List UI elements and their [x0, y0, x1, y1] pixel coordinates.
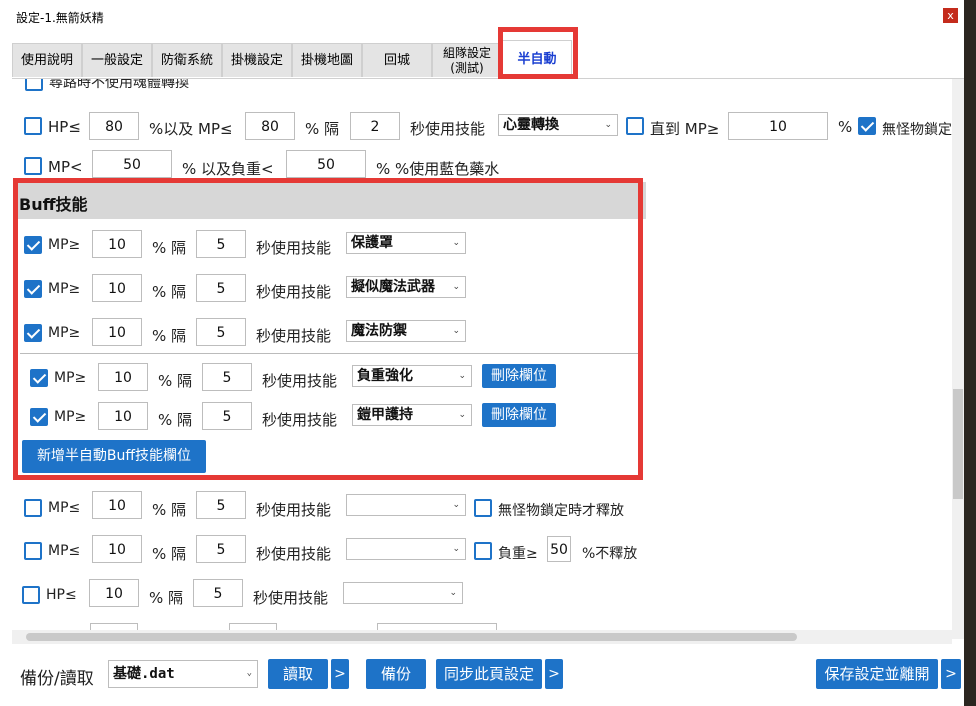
vertical-scrollbar[interactable] [952, 79, 964, 639]
lower-row-checkbox[interactable] [22, 586, 40, 604]
partial-input[interactable] [90, 623, 138, 630]
tab-afk-map[interactable]: 掛機地圖 [292, 43, 362, 77]
chevron-down-icon: ⌄ [452, 500, 460, 510]
buff-section-highlight [13, 178, 643, 480]
lower-skill-select[interactable]: ⌄ [343, 582, 463, 604]
tab-usage[interactable]: 使用說明 [12, 43, 82, 77]
until-mp-value[interactable]: 10 [728, 112, 828, 140]
sync-page-button[interactable]: 同步此頁設定 [436, 659, 542, 689]
lower-interval-value[interactable]: 5 [193, 579, 243, 607]
skill-select-value: 心靈轉換 [503, 117, 559, 133]
settings-window: 設定-1.無箭妖精 x 使用說明 一般設定 防衛系統 掛機設定 掛機地圖 回城 … [0, 0, 964, 706]
lower-interval-label: % 隔 [152, 501, 187, 519]
interval-value[interactable]: 2 [350, 112, 400, 140]
hp-label: HP≤ [48, 118, 81, 136]
lower-interval-label: % 隔 [149, 589, 184, 607]
pathfind-checkbox[interactable] [25, 79, 43, 91]
lower-interval-value[interactable]: 5 [196, 491, 246, 519]
chevron-down-icon: ⌄ [604, 120, 612, 130]
lower-interval-label: % 隔 [152, 545, 187, 563]
window-title: 設定-1.無箭妖精 [16, 11, 104, 25]
mp-label: %以及 MP≤ [149, 120, 233, 138]
backup-button[interactable]: 備份 [366, 659, 426, 689]
weight-value[interactable]: 50 [286, 150, 366, 178]
lower-skill-label: 秒使用技能 [253, 589, 329, 607]
lower-mp-value[interactable]: 10 [92, 535, 142, 563]
horizontal-scrollbar[interactable] [12, 630, 952, 644]
horizontal-scroll-thumb[interactable] [26, 633, 797, 641]
tab-party[interactable]: 組隊設定 (測試) [432, 43, 502, 77]
partial-input[interactable] [229, 623, 277, 630]
interval-label: % 隔 [305, 120, 340, 138]
mp-potion-checkbox[interactable] [24, 157, 42, 175]
lower-row-checkbox[interactable] [24, 499, 42, 517]
mp-potion-value[interactable]: 50 [92, 150, 172, 178]
title-bar: 設定-1.無箭妖精 x [0, 0, 964, 32]
background-game-strip [964, 0, 976, 706]
lower-hp-label: HP≤ [46, 587, 77, 603]
backup-file-select[interactable]: 基礎.dat ⌄ [108, 660, 258, 688]
skill-select[interactable]: 心靈轉換 ⌄ [498, 114, 618, 136]
lower-interval-value[interactable]: 5 [196, 535, 246, 563]
lower-row-checkbox[interactable] [24, 542, 42, 560]
no-monster-label: 無怪物鎖定 [882, 122, 952, 138]
lower-skill-select[interactable]: ⌄ [346, 494, 466, 516]
lower-skill-select[interactable]: ⌄ [346, 538, 466, 560]
partial-select[interactable] [377, 623, 497, 630]
no-monster-release-label: 無怪物鎖定時才釋放 [498, 503, 624, 519]
mp-value[interactable]: 80 [245, 112, 295, 140]
skill-label: 秒使用技能 [410, 120, 486, 138]
lower-skill-label: 秒使用技能 [256, 545, 332, 563]
save-more-button[interactable]: > [941, 659, 961, 689]
sync-more-button[interactable]: > [545, 659, 563, 689]
weight-limit-tail: %不釋放 [582, 546, 638, 562]
read-more-button[interactable]: > [331, 659, 349, 689]
read-button[interactable]: 讀取 [268, 659, 328, 689]
chevron-down-icon: ⌄ [246, 668, 252, 678]
tab-defense[interactable]: 防衛系統 [152, 43, 222, 77]
blue-potion-label: % %使用藍色藥水 [376, 160, 500, 178]
percent-label: % [838, 118, 853, 136]
hp-skill-checkbox[interactable] [24, 117, 42, 135]
lower-mp-value[interactable]: 10 [92, 491, 142, 519]
pathfind-label: 尋路時不使用魂體轉換 [49, 79, 189, 91]
tab-general[interactable]: 一般設定 [82, 43, 152, 77]
mp-potion-label: MP< [48, 158, 83, 176]
until-mp-label: 直到 MP≥ [650, 120, 720, 138]
no-monster-release-checkbox[interactable] [474, 499, 492, 517]
backup-label: 備份/讀取 [20, 669, 94, 689]
tab-return[interactable]: 回城 [362, 43, 432, 77]
weight-limit-label: 負重≥ [498, 546, 538, 562]
weight-limit-checkbox[interactable] [474, 542, 492, 560]
weight-label: % 以及負重< [182, 160, 274, 178]
active-tab-highlight [498, 27, 578, 79]
chevron-down-icon: ⌄ [449, 588, 457, 598]
hp-value[interactable]: 80 [89, 112, 139, 140]
no-monster-checkbox[interactable] [858, 117, 876, 135]
tab-bar: 使用說明 一般設定 防衛系統 掛機設定 掛機地圖 回城 組隊設定 (測試) 半自… [12, 40, 964, 79]
lower-mp-label: MP≤ [48, 500, 81, 516]
lower-mp-label: MP≤ [48, 543, 81, 559]
vertical-scroll-thumb[interactable] [953, 389, 963, 499]
until-mp-checkbox[interactable] [626, 117, 644, 135]
lower-hp-value[interactable]: 10 [89, 579, 139, 607]
weight-limit-value[interactable]: 50 [547, 536, 571, 562]
tab-afk[interactable]: 掛機設定 [222, 43, 292, 77]
chevron-down-icon: ⌄ [452, 544, 460, 554]
bottom-bar: 備份/讀取 基礎.dat ⌄ 讀取 > 備份 同步此頁設定 > 保存設定並離開 > [0, 644, 964, 706]
backup-file-value: 基礎.dat [113, 666, 175, 682]
close-button[interactable]: x [943, 8, 958, 23]
lower-skill-label: 秒使用技能 [256, 501, 332, 519]
save-exit-button[interactable]: 保存設定並離開 [816, 659, 938, 689]
